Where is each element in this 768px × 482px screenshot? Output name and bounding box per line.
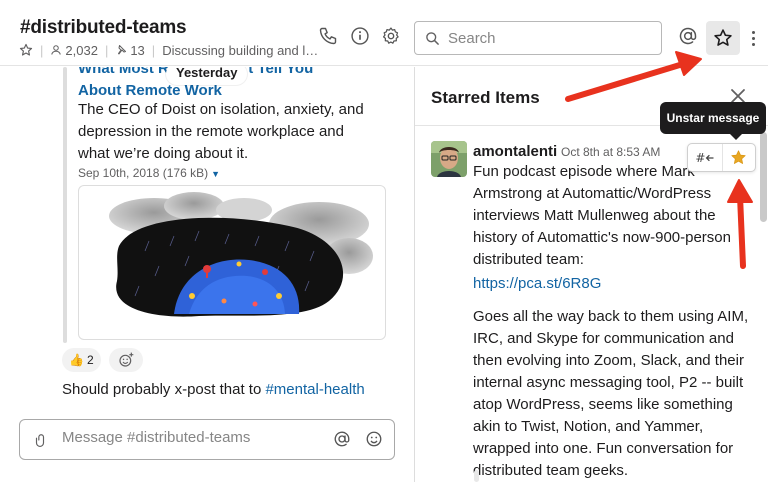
message-body: Should probably x-post that to [62,381,266,398]
avatar[interactable] [431,141,467,177]
phone-icon[interactable] [316,24,340,48]
reaction-count: 2 [86,353,94,367]
channel-name[interactable]: #distributed-teams [20,17,187,39]
date-divider: Yesterday [166,67,248,85]
tooltip: Unstar message [660,102,766,140]
message-author[interactable]: amontalenti [473,143,557,160]
search-box[interactable] [414,21,662,55]
starred-message-text-2: Goes all the way back to them using AIM,… [473,308,749,479]
pin-icon [115,44,127,56]
star-icon[interactable] [19,43,33,57]
thumbs-up-icon: 👍 [69,353,84,367]
share-to-channel-icon[interactable]: # [688,144,722,171]
attachment-bar [63,67,67,343]
svg-text:#: # [695,151,705,165]
at-icon[interactable] [676,24,700,48]
link-preview-image[interactable] [78,185,386,340]
channel-link[interactable]: #mental-health [265,381,364,398]
add-emoji-icon [118,352,134,368]
message-list[interactable]: What Most R anies Don't Tell You About R… [0,67,414,482]
channel-header: #distributed-teams | 2,032 | 13 | Discus… [0,0,768,66]
paperclip-icon[interactable] [33,432,47,448]
member-count[interactable]: 2,032 [65,43,98,58]
message-actions: # [687,143,756,172]
search-input[interactable] [448,29,648,47]
starred-message-text: Fun podcast episode where Mark Armstrong… [473,163,731,268]
person-icon [50,44,62,56]
caret-down-icon[interactable]: ▼ [211,169,220,179]
star-icon [713,28,733,48]
link-description: The CEO of Doist on isolation, anxiety, … [78,101,364,162]
star-icon [730,149,747,166]
file-meta: Sep 10th, 2018 (176 kB) ▼ [78,166,220,180]
emoji-icon[interactable] [365,430,383,448]
pin-count[interactable]: 13 [130,43,144,58]
gear-icon[interactable] [379,24,403,48]
more-vertical-icon[interactable] [746,25,760,51]
panel-title: Starred Items [431,88,540,107]
message-input[interactable] [62,429,322,446]
file-meta-text: Sep 10th, 2018 (176 kB) [78,166,209,180]
message-scroll-indicator [474,470,479,482]
info-icon[interactable] [348,24,372,48]
channel-meta: | 2,032 | 13 | Discussing building and l… [19,42,320,58]
search-icon [425,31,440,46]
message-text: Should probably x-post that to #mental-h… [62,381,365,398]
message-timestamp[interactable]: Oct 8th at 8:53 AM [561,145,660,159]
starred-items-button[interactable] [706,21,740,55]
reaction-thumbs-up[interactable]: 👍 2 [62,348,101,372]
message-link[interactable]: https://pca.st/6R8G [473,275,601,292]
reactions: 👍 2 [62,348,143,372]
at-icon[interactable] [333,430,351,448]
message-composer[interactable] [19,419,395,460]
add-reaction-button[interactable] [108,348,143,372]
panel-scrollbar[interactable] [760,132,767,222]
channel-topic[interactable]: Discussing building and le... [162,43,320,58]
unstar-button[interactable] [721,144,756,171]
